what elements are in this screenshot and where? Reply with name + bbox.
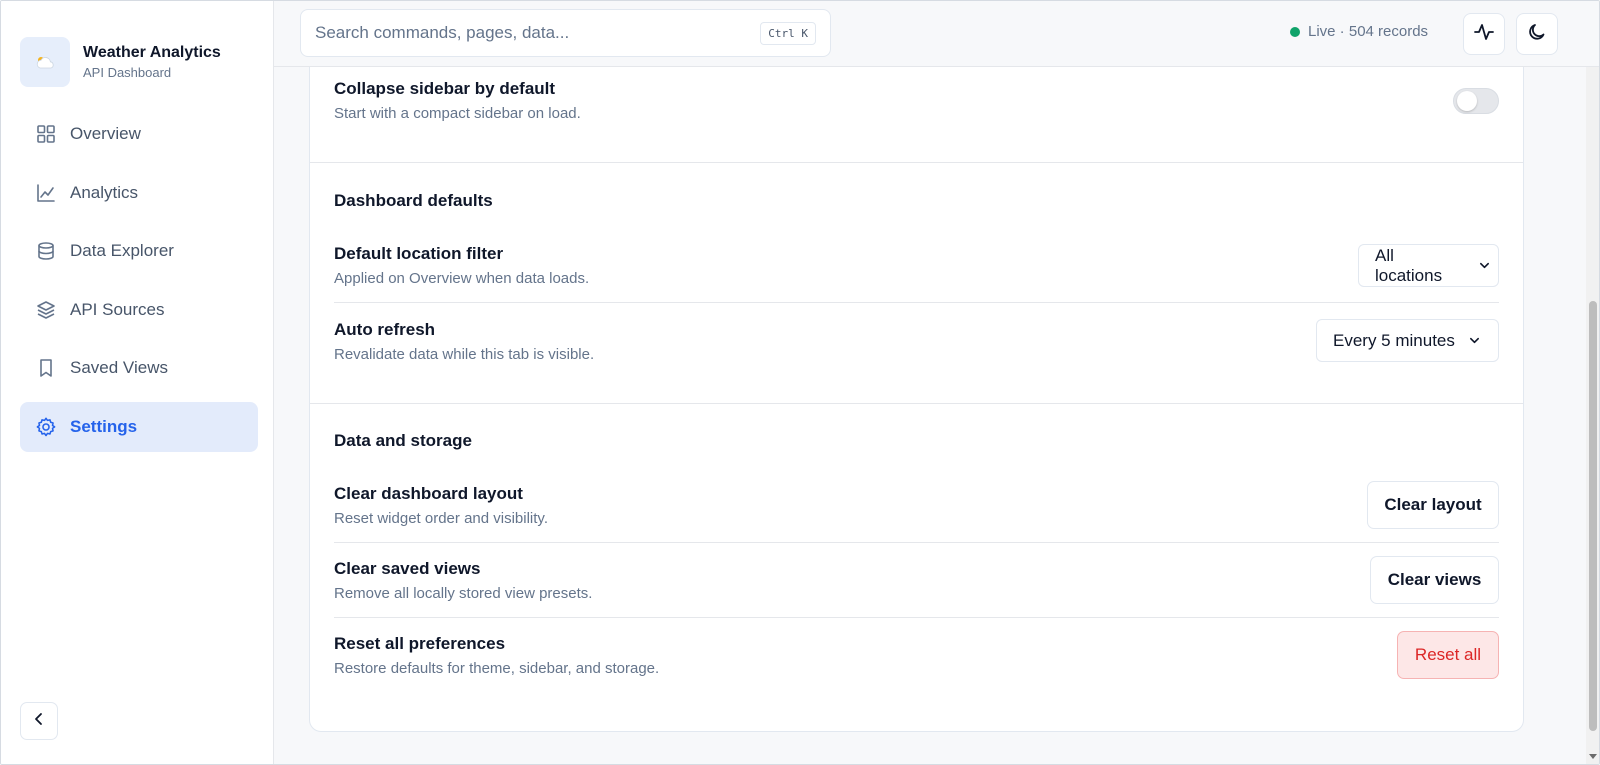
setting-description: Start with a compact sidebar on load. xyxy=(334,105,581,122)
setting-description: Reset widget order and visibility. xyxy=(334,510,548,527)
reset-all-button[interactable]: Reset all xyxy=(1397,631,1499,679)
sidebar-item-label: Overview xyxy=(70,124,141,143)
toggle-knob xyxy=(1457,91,1477,111)
row-separator xyxy=(334,302,1499,303)
setting-title: Clear saved views xyxy=(334,559,481,578)
location-filter-select[interactable]: All locations xyxy=(1358,244,1499,287)
select-value: All locations xyxy=(1375,245,1443,285)
search-input[interactable] xyxy=(315,23,761,43)
setting-description: Restore defaults for theme, sidebar, and… xyxy=(334,660,660,677)
section-divider xyxy=(310,162,1523,163)
section-divider xyxy=(310,403,1523,404)
sidebar-item-label: API Sources xyxy=(70,299,165,319)
brand-title: Weather Analytics xyxy=(83,43,221,61)
sidebar-item-label: Settings xyxy=(70,416,138,436)
setting-clear-layout: Clear dashboard layout Reset widget orde… xyxy=(334,483,1499,529)
content-scrollbar[interactable] xyxy=(1586,1,1599,764)
moon-icon xyxy=(1527,22,1547,47)
live-status: Live · 504 records xyxy=(1290,23,1428,40)
sidebar-item-label: Saved Views xyxy=(70,358,168,377)
database-icon xyxy=(35,240,57,262)
section-title-dashboard-defaults: Dashboard defaults xyxy=(334,191,493,210)
setting-collapse-sidebar: Collapse sidebar by default Start with a… xyxy=(334,78,1499,124)
settings-content: Collapse sidebar by default Start with a… xyxy=(274,1,1599,764)
bookmark-icon xyxy=(35,357,57,379)
grid-icon xyxy=(35,123,57,145)
command-search[interactable]: Ctrl K xyxy=(300,9,831,57)
setting-default-location: Default location filter Applied on Overv… xyxy=(334,243,1499,289)
chevron-down-icon xyxy=(1469,335,1480,346)
scrollbar-thumb[interactable] xyxy=(1589,301,1597,731)
setting-description: Remove all locally stored view presets. xyxy=(334,585,593,602)
sidebar-item-label: Analytics xyxy=(70,182,139,202)
cloud-sun-icon xyxy=(20,37,70,87)
setting-title: Collapse sidebar by default xyxy=(334,79,556,98)
setting-reset-all: Reset all preferences Restore defaults f… xyxy=(334,633,1499,679)
sidebar-item-analytics[interactable]: Analytics xyxy=(20,168,258,218)
setting-description: Applied on Overview when data loads. xyxy=(334,270,590,287)
activity-button[interactable] xyxy=(1463,13,1505,55)
clear-views-button[interactable]: Clear views xyxy=(1370,556,1499,604)
status-text: Live · 504 records xyxy=(1308,23,1429,40)
setting-title: Reset all preferences xyxy=(334,634,506,653)
scroll-down-arrow-icon[interactable] xyxy=(1589,752,1597,760)
sidebar-item-saved-views[interactable]: Saved Views xyxy=(20,343,258,393)
clear-layout-button[interactable]: Clear layout xyxy=(1367,481,1499,529)
brand-subtitle: API Dashboard xyxy=(83,64,172,80)
keyboard-shortcut-badge: Ctrl K xyxy=(760,21,816,45)
line-chart-icon xyxy=(35,182,57,204)
sidebar-item-overview[interactable]: Overview xyxy=(20,109,258,159)
sidebar: Weather Analytics API Dashboard Overview xyxy=(1,1,274,764)
select-value: Every 5 minutes xyxy=(1333,330,1455,350)
row-separator xyxy=(334,617,1499,618)
collapse-sidebar-button[interactable] xyxy=(20,702,58,740)
collapse-sidebar-toggle[interactable] xyxy=(1453,88,1499,114)
theme-toggle-button[interactable] xyxy=(1516,13,1558,55)
row-separator xyxy=(334,542,1499,543)
chevron-down-icon xyxy=(1479,260,1490,271)
sidebar-item-label: Data Explorer xyxy=(70,241,174,260)
sidebar-nav: Overview Analytics Data Explorer API Sou… xyxy=(20,109,258,460)
gear-icon xyxy=(35,416,57,438)
topbar: Ctrl K Live · 504 records xyxy=(274,1,1599,67)
main-area: Collapse sidebar by default Start with a… xyxy=(274,1,1599,764)
setting-title: Clear dashboard layout xyxy=(334,484,523,503)
sidebar-item-data-explorer[interactable]: Data Explorer xyxy=(20,226,258,276)
app-window: Weather Analytics API Dashboard Overview xyxy=(0,0,1600,765)
sidebar-item-settings[interactable]: Settings xyxy=(20,401,258,452)
activity-icon xyxy=(1473,21,1495,48)
status-dot xyxy=(1290,26,1300,37)
setting-title: Default location filter xyxy=(334,244,504,263)
sidebar-item-api-sources[interactable]: API Sources xyxy=(20,285,258,335)
chevron-left-icon xyxy=(32,712,46,731)
section-title-data-storage: Data and storage xyxy=(334,431,472,450)
brand: Weather Analytics API Dashboard xyxy=(20,37,221,87)
settings-card: Collapse sidebar by default Start with a… xyxy=(309,21,1524,732)
layers-icon xyxy=(35,299,57,321)
setting-clear-views: Clear saved views Remove all locally sto… xyxy=(334,558,1499,604)
auto-refresh-select[interactable]: Every 5 minutes xyxy=(1316,319,1499,362)
